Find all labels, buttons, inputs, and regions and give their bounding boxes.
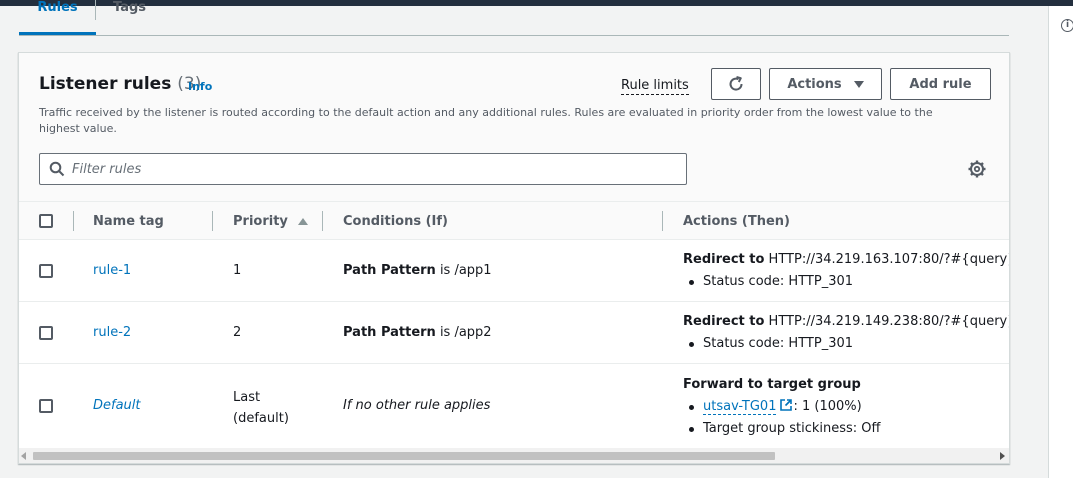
action-details: utsav-TG01 : 1 (100%) Target group stick… [683,396,881,440]
table-row-default[interactable]: Default Last (default) If no other rule … [19,364,1009,451]
target-group-item: utsav-TG01 : 1 (100%) [683,396,881,418]
gear-icon[interactable] [967,159,987,179]
action-target: HTTP://34.219.163.107:80/?#{query} [764,252,1009,267]
rule-priority: 2 [233,325,242,340]
tab-tags[interactable]: Tags [113,0,153,35]
priority-line: Last [233,390,261,405]
row-checkbox[interactable] [39,264,53,278]
column-divider [73,211,74,231]
row-checkbox[interactable] [39,399,53,413]
select-all-checkbox[interactable] [39,214,53,228]
tab-rules[interactable]: Rules [19,0,96,35]
priority-line: (default) [233,411,289,426]
search-icon [49,161,65,177]
action-target: HTTP://34.219.149.238:80/?#{query} [764,314,1009,329]
action-details: Status code: HTTP_301 [683,271,853,293]
caret-down-icon [853,80,864,88]
action-details: Status code: HTTP_301 [683,333,853,355]
column-header-actions[interactable]: Actions (Then) [683,214,790,229]
column-divider [662,211,663,231]
rule-condition: If no other rule applies [343,398,491,413]
horizontal-scrollbar[interactable] [19,448,1009,463]
rule-priority: Last (default) [233,387,289,429]
action-type: Redirect to [683,314,765,329]
row-checkbox[interactable] [39,326,53,340]
column-header-priority[interactable]: Priority [233,214,288,229]
column-header-conditions[interactable]: Conditions (If) [343,214,448,229]
help-panel-rail: i [1048,6,1073,478]
sort-ascending-icon[interactable] [298,218,308,225]
scroll-left-arrow-icon[interactable] [21,452,26,460]
rule-name-link[interactable]: rule-2 [93,325,131,340]
info-link[interactable]: Info [188,80,212,93]
rules-table: Name tag Priority Conditions (If) Action… [19,201,1009,451]
table-row[interactable]: rule-2 2 Path Pattern is /app2 Redirect … [19,302,1009,364]
target-group-weight: : 1 (100%) [793,399,862,414]
action-type: Forward to target group [683,377,861,392]
actions-button[interactable]: Actions [769,68,882,100]
status-code: Status code: HTTP_301 [683,333,853,355]
condition-type: Path Pattern [343,325,436,340]
external-link-icon[interactable] [779,398,793,412]
table-header: Name tag Priority Conditions (If) Action… [19,202,1009,240]
scrollbar-thumb[interactable] [33,452,775,460]
add-rule-button[interactable]: Add rule [890,68,991,100]
rule-condition: Path Pattern is /app2 [343,325,492,340]
refresh-icon [729,76,743,91]
rule-action: Redirect to HTTP://34.219.149.238:80/?#{… [683,314,1009,329]
stickiness-item: Target group stickiness: Off [683,418,881,440]
column-divider [212,211,213,231]
listener-rules-panel: Listener rules (3) Info Rule limits Acti… [18,52,1010,464]
panel-title: Listener rules (3) [39,74,201,94]
panel-title-text: Listener rules [39,74,172,94]
default-rule-link[interactable]: Default [93,398,141,413]
table-row[interactable]: rule-1 1 Path Pattern is /app1 Redirect … [19,240,1009,302]
condition-value: is /app1 [435,263,492,278]
tab-bar: Rules Tags [19,0,1009,36]
rule-limits-link[interactable]: Rule limits [621,78,689,95]
condition-type: Path Pattern [343,263,436,278]
status-code: Status code: HTTP_301 [683,271,853,293]
filter-rules-input[interactable] [72,155,672,183]
target-group-link[interactable]: utsav-TG01 [703,399,777,415]
rule-action: Redirect to HTTP://34.219.163.107:80/?#{… [683,252,1009,267]
info-icon[interactable]: i [1061,19,1073,32]
scroll-right-arrow-icon[interactable] [1000,452,1005,460]
condition-value: is /app2 [435,325,492,340]
column-header-name-tag[interactable]: Name tag [93,214,164,229]
column-divider [322,211,323,231]
rule-condition: Path Pattern is /app1 [343,263,492,278]
rule-name-link[interactable]: rule-1 [93,263,131,278]
tab-divider [95,0,96,20]
action-type: Redirect to [683,252,765,267]
filter-box [39,153,687,185]
actions-button-label: Actions [787,76,842,92]
panel-description: Traffic received by the listener is rout… [39,106,933,135]
rule-priority: 1 [233,263,242,278]
refresh-button[interactable] [711,68,761,100]
